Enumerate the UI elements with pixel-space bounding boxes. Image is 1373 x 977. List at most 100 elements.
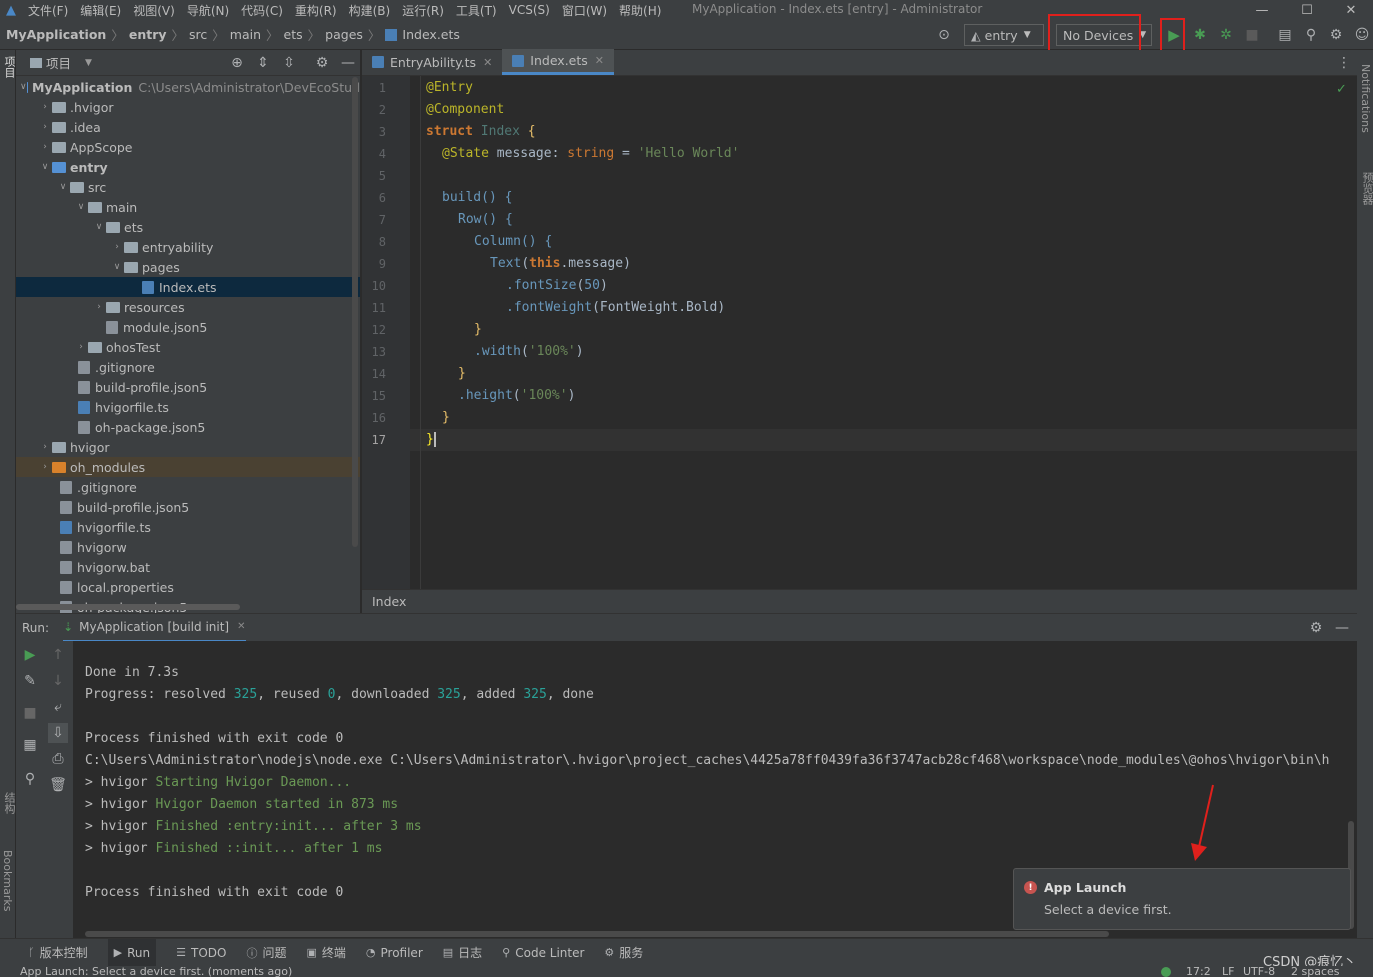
breadcrumb-src[interactable]: src — [189, 27, 207, 42]
tab-log[interactable]: ▤ 日志 — [443, 944, 482, 961]
print-icon[interactable]: ⎙ — [48, 749, 68, 769]
tree-item[interactable]: › hvigor — [16, 437, 360, 457]
menu-file[interactable]: 文件(F) — [22, 2, 74, 19]
tree-item[interactable]: › AppScope — [16, 137, 360, 157]
menu-window[interactable]: 窗口(W) — [556, 2, 613, 19]
close-tab-icon[interactable]: ✕ — [483, 56, 492, 69]
wrench-icon[interactable]: ✎ — [20, 671, 40, 691]
tree-item[interactable]: › .idea — [16, 117, 360, 137]
editor-breadcrumb-item[interactable]: Index — [372, 594, 406, 609]
tab-version-control[interactable]: ᚴ 版本控制 — [28, 944, 88, 961]
tree-item[interactable]: › entryability — [16, 237, 360, 257]
tree-item[interactable]: oh-package.json5 — [16, 417, 360, 437]
breadcrumb-file[interactable]: Index.ets — [402, 27, 460, 42]
menu-help[interactable]: 帮助(H) — [613, 2, 667, 19]
stop-icon[interactable]: ■ — [20, 703, 40, 723]
tree-item[interactable]: › resources — [16, 297, 360, 317]
gear-icon[interactable]: ⚙ — [1326, 25, 1346, 45]
menu-view[interactable]: 视图(V) — [127, 2, 181, 19]
notifications-tool-tab[interactable]: Notifications — [1359, 64, 1372, 133]
breadcrumb-pages[interactable]: pages — [325, 27, 363, 42]
pin-icon[interactable]: ⚲ — [20, 769, 40, 789]
scroll-to-end-icon[interactable]: ⇩ — [48, 723, 68, 743]
tree-item-selected[interactable]: Index.ets — [16, 277, 360, 297]
tab-entryability[interactable]: EntryAbility.ts ✕ — [362, 49, 502, 75]
breadcrumb-main[interactable]: main — [230, 27, 261, 42]
status-message[interactable]: App Launch: Select a device first. (mome… — [20, 966, 292, 977]
tree-item[interactable]: hvigorw — [16, 537, 360, 557]
breadcrumb-project[interactable]: MyApplication — [6, 27, 106, 42]
tree-item[interactable]: ∨ ets — [16, 217, 360, 237]
tree-item[interactable]: .gitignore — [16, 477, 360, 497]
debug-icon[interactable]: ✱ — [1190, 25, 1210, 45]
tab-profiler[interactable]: ◔ Profiler — [366, 946, 423, 960]
project-panel-title[interactable]: 项目 — [46, 53, 71, 72]
tree-item[interactable]: hvigorw.bat — [16, 557, 360, 577]
menu-tools[interactable]: 工具(T) — [450, 2, 503, 19]
tree-item[interactable]: › oh_modules — [16, 457, 360, 477]
menu-edit[interactable]: 编辑(E) — [74, 2, 127, 19]
menu-build[interactable]: 构建(B) — [343, 2, 397, 19]
tree-item[interactable]: build-profile.json5 — [16, 377, 360, 397]
tree-item[interactable]: build-profile.json5 — [16, 497, 360, 517]
tree-item[interactable]: ∨ main — [16, 197, 360, 217]
tree-item[interactable]: ∨ src — [16, 177, 360, 197]
menu-refactor[interactable]: 重构(R) — [289, 2, 343, 19]
stop-icon[interactable]: ■ — [1242, 25, 1262, 45]
project-structure-icon[interactable]: ▤ — [1275, 25, 1295, 45]
tree-item[interactable]: ∨ entry — [16, 157, 360, 177]
tree-item[interactable]: hvigorfile.ts — [16, 517, 360, 537]
breadcrumb-entry[interactable]: entry — [129, 27, 167, 42]
indent-setting[interactable]: 2 spaces — [1291, 966, 1340, 977]
previewer-tool-tab[interactable]: 预览器 — [1359, 172, 1373, 205]
menu-code[interactable]: 代码(C) — [235, 2, 289, 19]
tab-services[interactable]: ⚙ 服务 — [604, 944, 643, 961]
more-options-icon[interactable]: ⋮ — [1334, 53, 1354, 73]
hide-icon[interactable]: — — [1332, 618, 1352, 638]
project-scrollbar-horizontal[interactable] — [16, 604, 240, 610]
up-arrow-icon[interactable]: ↑ — [48, 645, 68, 665]
tree-item[interactable]: .gitignore — [16, 357, 360, 377]
minimize-icon[interactable]: — — [1240, 0, 1284, 20]
search-icon[interactable]: ⚲ — [1301, 25, 1321, 45]
rerun-icon[interactable]: ▶ — [20, 645, 40, 665]
tree-item[interactable]: ∨ pages — [16, 257, 360, 277]
tree-root[interactable]: ∨ MyApplication C:\Users\Administrator\D… — [16, 77, 360, 97]
layout-icon[interactable]: ▦ — [20, 735, 40, 755]
tab-run[interactable]: ▶ Run — [107, 938, 157, 967]
tree-item[interactable]: local.properties — [16, 577, 360, 597]
expand-all-icon[interactable]: ⇕ — [253, 53, 273, 73]
chevron-down-icon[interactable]: ▼ — [85, 58, 92, 68]
run-tab[interactable]: ⇣ MyApplication [build init] ✕ — [63, 614, 246, 642]
trash-icon[interactable]: 🗑 — [48, 775, 68, 795]
tree-item[interactable]: hvigorfile.ts — [16, 397, 360, 417]
target-icon[interactable]: ⊙ — [934, 25, 954, 45]
tab-index[interactable]: Index.ets ✕ — [502, 49, 615, 75]
account-icon[interactable]: ☺ — [1352, 25, 1372, 45]
code-editor[interactable]: 1 2 3 4 5 6 7 8 9 10 11 12 13 14 15 16 1… — [362, 76, 1357, 589]
maximize-icon[interactable]: ☐ — [1285, 0, 1329, 20]
menu-navigate[interactable]: 导航(N) — [181, 2, 235, 19]
gear-icon[interactable]: ⚙ — [1306, 618, 1326, 638]
tree-item[interactable]: › .hvigor — [16, 97, 360, 117]
tab-problems[interactable]: ⓘ 问题 — [246, 944, 286, 961]
tab-terminal[interactable]: ▣ 终端 — [306, 944, 345, 961]
collapse-all-icon[interactable]: ⇳ — [279, 53, 299, 73]
notification-popup[interactable]: ! App Launch Select a device first. — [1013, 868, 1351, 930]
tree-item[interactable]: module.json5 — [16, 317, 360, 337]
project-tool-tab[interactable]: 项目 — [1, 56, 17, 78]
close-icon[interactable]: ✕ — [1329, 0, 1373, 20]
console-scrollbar-horizontal[interactable] — [85, 931, 1109, 937]
module-select[interactable]: ◭ entry ▼ — [964, 24, 1044, 46]
project-scrollbar-vertical[interactable] — [352, 77, 358, 547]
down-arrow-icon[interactable]: ↓ — [48, 671, 68, 691]
bookmarks-tool-tab[interactable]: Bookmarks — [1, 850, 14, 911]
line-separator[interactable]: LF — [1222, 966, 1234, 977]
tree-item[interactable]: › ohosTest — [16, 337, 360, 357]
close-tab-icon[interactable]: ✕ — [595, 54, 604, 67]
soft-wrap-icon[interactable]: ⤶ — [48, 697, 68, 717]
menu-run[interactable]: 运行(R) — [396, 2, 450, 19]
structure-tool-tab[interactable]: 结构 — [1, 792, 17, 814]
chevron-down-icon[interactable]: ∨ — [20, 82, 27, 92]
locate-icon[interactable]: ⊕ — [227, 53, 247, 73]
